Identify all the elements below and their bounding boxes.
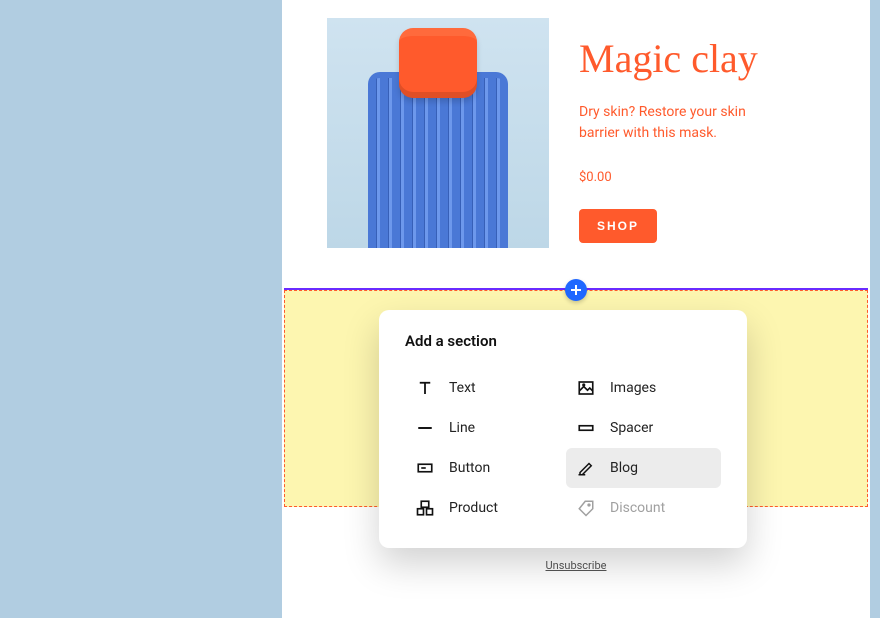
text-icon bbox=[415, 378, 435, 398]
section-option-discount: Discount bbox=[566, 488, 721, 528]
product-illustration-cap bbox=[399, 28, 477, 98]
button-icon bbox=[415, 458, 435, 478]
line-icon bbox=[415, 418, 435, 438]
section-option-spacer[interactable]: Spacer bbox=[566, 408, 721, 448]
section-option-label: Blog bbox=[610, 460, 638, 476]
plus-icon bbox=[570, 284, 582, 296]
product-image bbox=[327, 18, 549, 248]
unsubscribe-link[interactable]: Unsubscribe bbox=[282, 559, 870, 572]
section-option-label: Button bbox=[449, 460, 490, 476]
section-option-text[interactable]: Text bbox=[405, 368, 560, 408]
product-title: Magic clay bbox=[579, 38, 825, 80]
product-price: $0.00 bbox=[579, 170, 825, 185]
product-details: Magic clay Dry skin? Restore your skin b… bbox=[579, 18, 825, 248]
popover-title: Add a section bbox=[405, 332, 721, 350]
section-option-label: Images bbox=[610, 380, 656, 396]
product-description: Dry skin? Restore your skin barrier with… bbox=[579, 102, 779, 144]
blog-icon bbox=[576, 458, 596, 478]
spacer-icon bbox=[576, 418, 596, 438]
section-option-label: Discount bbox=[610, 500, 665, 516]
shop-button[interactable]: SHOP bbox=[579, 209, 657, 243]
section-option-label: Text bbox=[449, 380, 476, 396]
product-block: Magic clay Dry skin? Restore your skin b… bbox=[327, 18, 825, 248]
product-illustration-pedestal bbox=[368, 78, 508, 248]
section-option-images[interactable]: Images bbox=[566, 368, 721, 408]
section-option-label: Product bbox=[449, 500, 498, 516]
section-option-blog[interactable]: Blog bbox=[566, 448, 721, 488]
section-option-label: Line bbox=[449, 420, 475, 436]
add-section-button[interactable] bbox=[565, 279, 587, 301]
editor-stage: Magic clay Dry skin? Restore your skin b… bbox=[0, 0, 880, 618]
discount-icon bbox=[576, 498, 596, 518]
section-option-label: Spacer bbox=[610, 420, 653, 436]
product-icon bbox=[415, 498, 435, 518]
images-icon bbox=[576, 378, 596, 398]
section-option-button[interactable]: Button bbox=[405, 448, 560, 488]
popover-options-grid: Text Images Line bbox=[405, 368, 721, 528]
add-section-popover: Add a section Text Imag bbox=[379, 310, 747, 548]
section-option-line[interactable]: Line bbox=[405, 408, 560, 448]
section-option-product[interactable]: Product bbox=[405, 488, 560, 528]
